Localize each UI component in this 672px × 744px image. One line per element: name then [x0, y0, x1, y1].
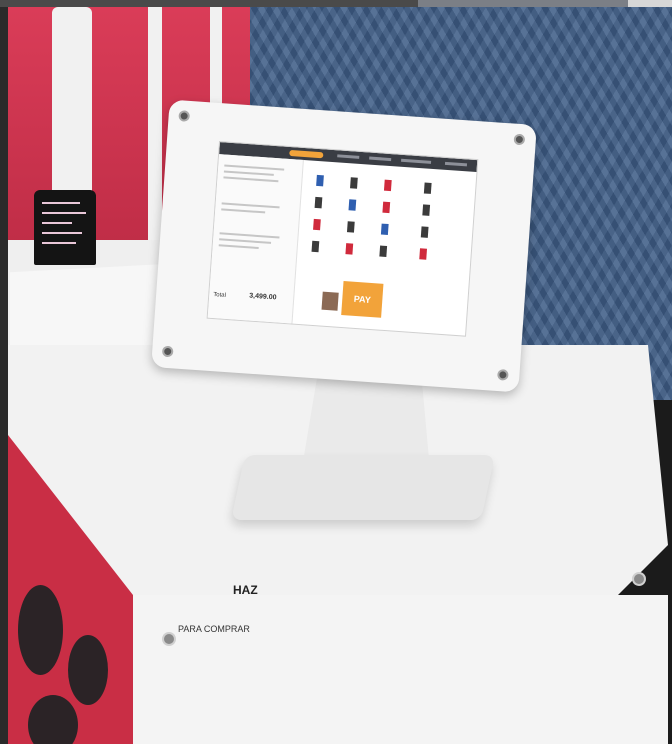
- photo-scene: Total 3,499.00 PAY HAZ PARA COMPRAR: [0, 0, 672, 744]
- caption-subtext: PARA COMPRAR: [178, 624, 250, 634]
- screw-icon: [632, 572, 646, 586]
- binder: [10, 263, 170, 358]
- counter-front: [128, 595, 668, 744]
- top-strip-segment: [418, 0, 628, 7]
- pos-toolbar-item[interactable]: [337, 154, 360, 159]
- pos-toolbar-item[interactable]: [401, 158, 432, 164]
- total-label: Total: [213, 292, 227, 299]
- screw-icon: [161, 345, 174, 358]
- chalkboard-sign: [34, 190, 96, 265]
- top-strip: [0, 0, 672, 7]
- screw-icon: [178, 110, 191, 122]
- screw-icon: [513, 133, 526, 146]
- pos-toolbar-item[interactable]: [369, 156, 392, 162]
- pos-product-grid: [292, 160, 476, 336]
- pos-screen: Total 3,499.00 PAY: [206, 141, 479, 337]
- stand-base: [231, 455, 495, 520]
- tablet-enclosure: Total 3,499.00 PAY: [151, 99, 537, 393]
- top-strip-segment: [628, 0, 672, 7]
- white-rail: [148, 7, 162, 247]
- customer-avatar: [321, 291, 339, 311]
- pos-tab-active[interactable]: [289, 149, 324, 159]
- pay-button[interactable]: PAY: [341, 281, 384, 318]
- pos-toolbar-item[interactable]: [444, 161, 468, 167]
- white-rail: [210, 7, 222, 107]
- screw-icon: [497, 369, 509, 381]
- screw-icon: [162, 632, 176, 646]
- caption-heading: HAZ: [233, 583, 258, 597]
